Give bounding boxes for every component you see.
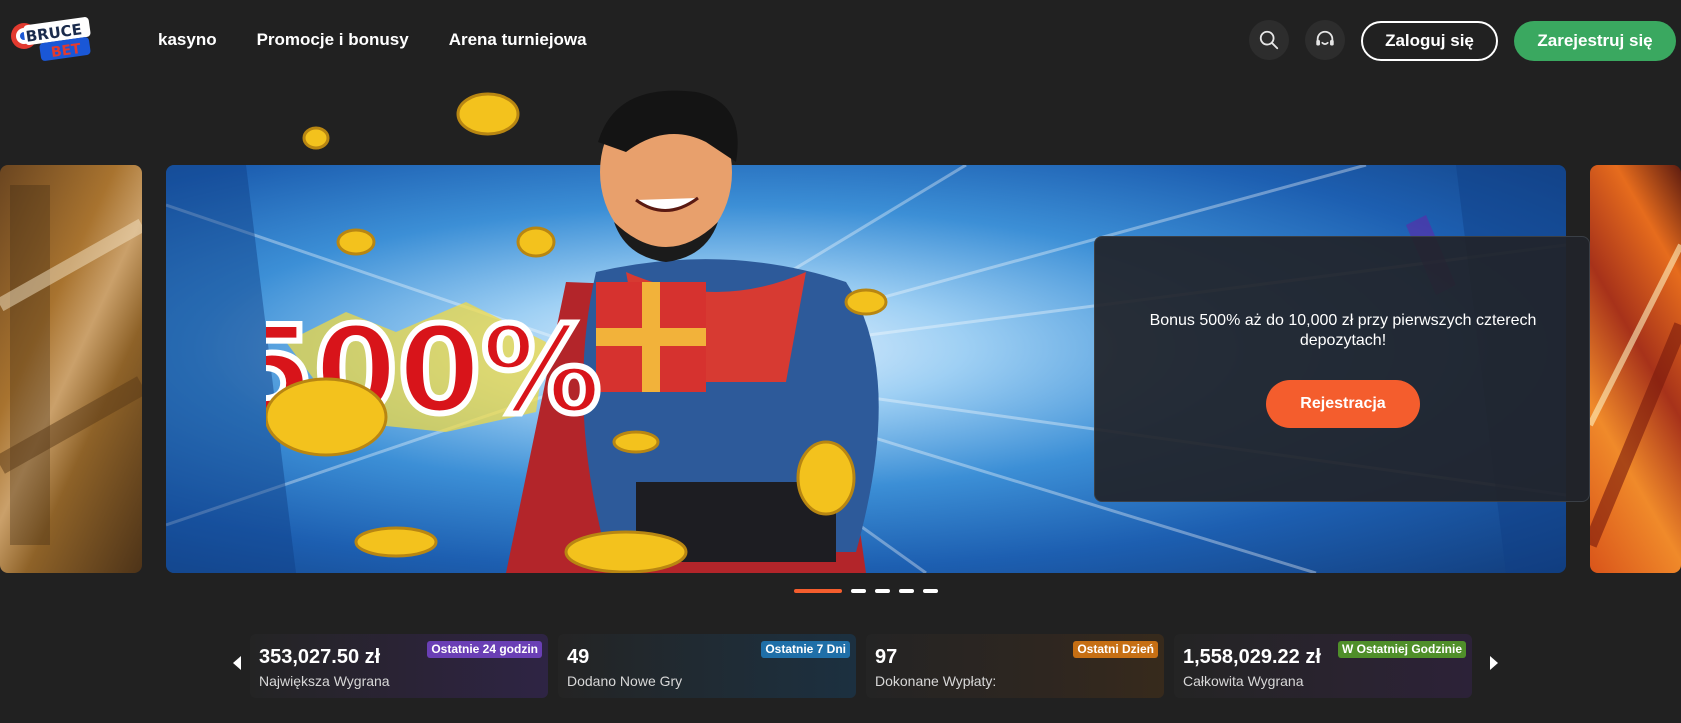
- logo-icon: BRUCE BET: [11, 17, 91, 61]
- stat-badge: Ostatnie 7 Dni: [761, 641, 850, 658]
- stat-card-biggest-win: 353,027.50 zł Największa Wygrana Ostatni…: [250, 634, 548, 698]
- carousel-slide-previous[interactable]: [0, 165, 142, 573]
- stat-label: Największa Wygrana: [259, 673, 390, 689]
- carousel-dot-2[interactable]: [851, 589, 866, 593]
- carousel-dot-5[interactable]: [923, 589, 938, 593]
- carousel-dot-1[interactable]: [794, 589, 842, 593]
- carousel-dot-3[interactable]: [875, 589, 890, 593]
- stat-badge: Ostatnie 24 godzin: [427, 641, 542, 658]
- register-button[interactable]: Zarejestruj się: [1514, 21, 1676, 61]
- promo-register-button[interactable]: Rejestracja: [1266, 380, 1420, 428]
- stat-value: 1,558,029.22 zł: [1183, 646, 1321, 668]
- hero-illustration: 500%: [266, 90, 888, 573]
- stat-badge: Ostatni Dzień: [1073, 641, 1158, 658]
- nav-item-kasyno[interactable]: kasyno: [158, 30, 217, 50]
- headset-icon: [1316, 30, 1334, 46]
- carousel-pagination: [794, 589, 938, 593]
- stat-label: Dodano Nowe Gry: [567, 673, 683, 689]
- carousel-slide-next[interactable]: [1590, 165, 1681, 573]
- nav-item-promotions[interactable]: Promocje i bonusy: [257, 30, 409, 50]
- stat-card-total-win: 1,558,029.22 zł Całkowita Wygrana W Osta…: [1174, 634, 1472, 698]
- carousel-dot-4[interactable]: [899, 589, 914, 593]
- support-button[interactable]: [1305, 20, 1345, 60]
- promo-description: Bonus 500% aż do 10,000 zł przy pierwszy…: [1149, 312, 1537, 349]
- search-button[interactable]: [1249, 20, 1289, 60]
- login-button[interactable]: Zaloguj się: [1361, 21, 1498, 61]
- top-header: BRUCE BET kasyno Promocje i bonusy Arena…: [0, 0, 1681, 82]
- promo-panel: Bonus 500% aż do 10,000 zł przy pierwszy…: [1094, 236, 1590, 502]
- search-icon: [1259, 30, 1279, 50]
- brand-logo[interactable]: BRUCE BET: [10, 16, 94, 64]
- stat-label: Dokonane Wypłaty:: [875, 673, 997, 689]
- logo-text-bottom: BET: [50, 41, 82, 61]
- slide-preview-art: [1590, 243, 1681, 548]
- slide-preview-art: [0, 185, 142, 545]
- stats-next-arrow-icon[interactable]: [1490, 656, 1498, 670]
- stat-value: 353,027.50 zł: [259, 646, 381, 668]
- stat-badge: W Ostatniej Godzinie: [1337, 641, 1466, 658]
- stat-label: Całkowita Wygrana: [1183, 673, 1304, 689]
- stat-value: 97: [875, 646, 898, 668]
- stats-prev-arrow-icon[interactable]: [233, 656, 241, 670]
- stat-card-payouts: 97 Dokonane Wypłaty: Ostatni Dzień: [866, 634, 1164, 698]
- nav-item-tournament-arena[interactable]: Arena turniejowa: [449, 30, 587, 50]
- main-nav: kasyno Promocje i bonusy Arena turniejow…: [158, 30, 587, 50]
- stat-card-new-games: 49 Dodano Nowe Gry Ostatnie 7 Dni: [558, 634, 856, 698]
- stat-value: 49: [567, 646, 590, 668]
